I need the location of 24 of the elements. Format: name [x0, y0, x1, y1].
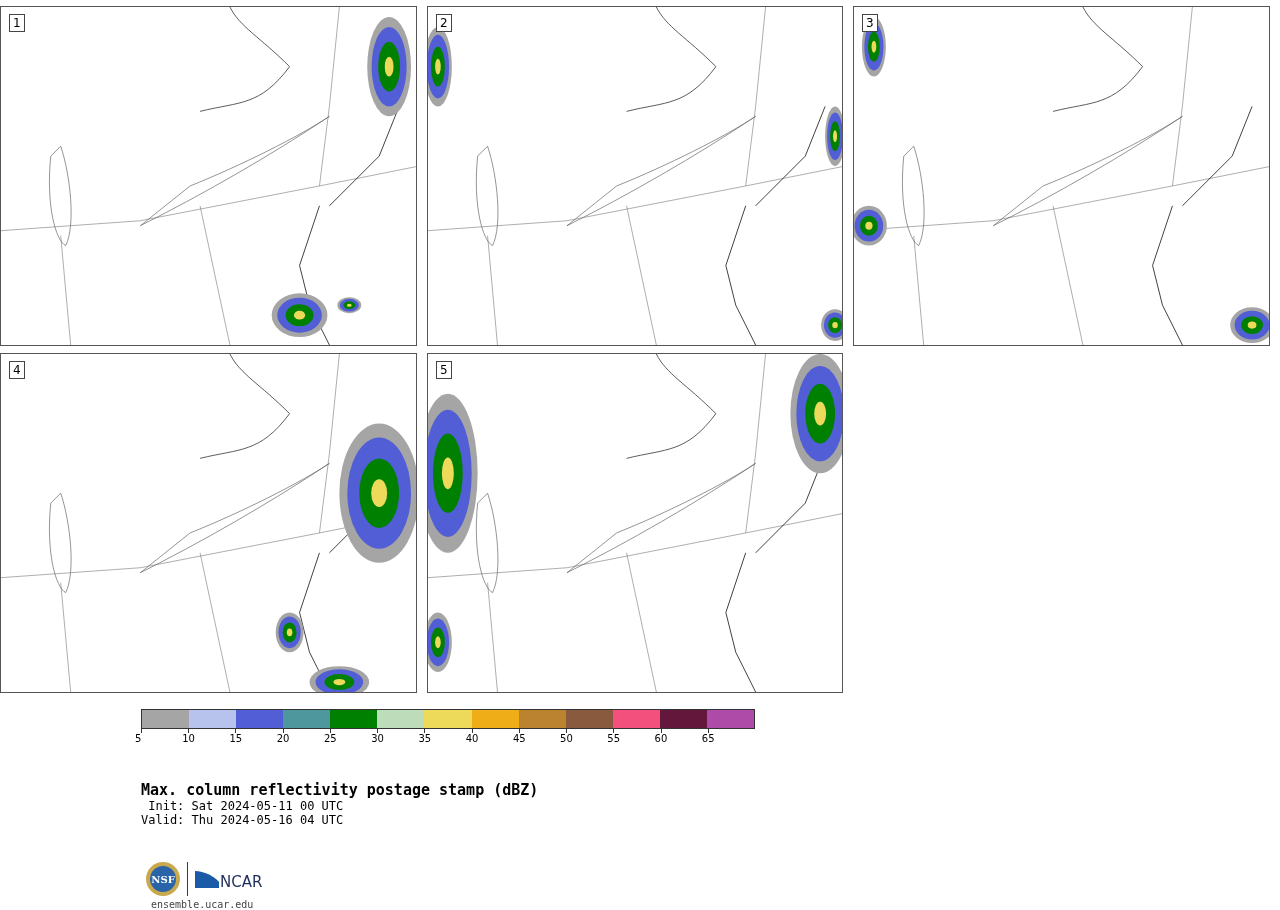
tick-label: 50	[560, 733, 573, 744]
tick-label: 15	[229, 733, 243, 744]
tick-label: 10	[182, 733, 195, 744]
tick-label: 20	[276, 733, 290, 744]
site-url: ensemble.ucar.edu	[151, 899, 255, 910]
panel-number: 2	[436, 14, 452, 32]
tick-label: 30	[371, 733, 384, 744]
tick-label: 55	[607, 733, 621, 744]
valid-time: Valid: Thu 2024-05-16 04 UTC	[141, 813, 345, 827]
init-time: Init: Sat 2024-05-11 00 UTC	[147, 799, 345, 813]
panel-number: 4	[9, 361, 25, 379]
tick-label: 5	[135, 733, 142, 744]
tick-label: 45	[512, 733, 526, 744]
tick-label: 65	[701, 733, 715, 744]
panel-number: 5	[436, 361, 452, 379]
ncar-logo: NCAR	[194, 868, 268, 890]
tick-label: 40	[465, 733, 479, 744]
tick-label: 60	[654, 733, 668, 744]
tick-label: 25	[323, 733, 337, 744]
nsf-logo: NSF	[145, 861, 181, 897]
panel-number: 1	[9, 14, 25, 32]
chart-title: Max. column reflectivity postage stamp (dBZ)	[141, 781, 540, 799]
panel-number: 3	[862, 14, 878, 32]
tick-label: 35	[418, 733, 432, 744]
